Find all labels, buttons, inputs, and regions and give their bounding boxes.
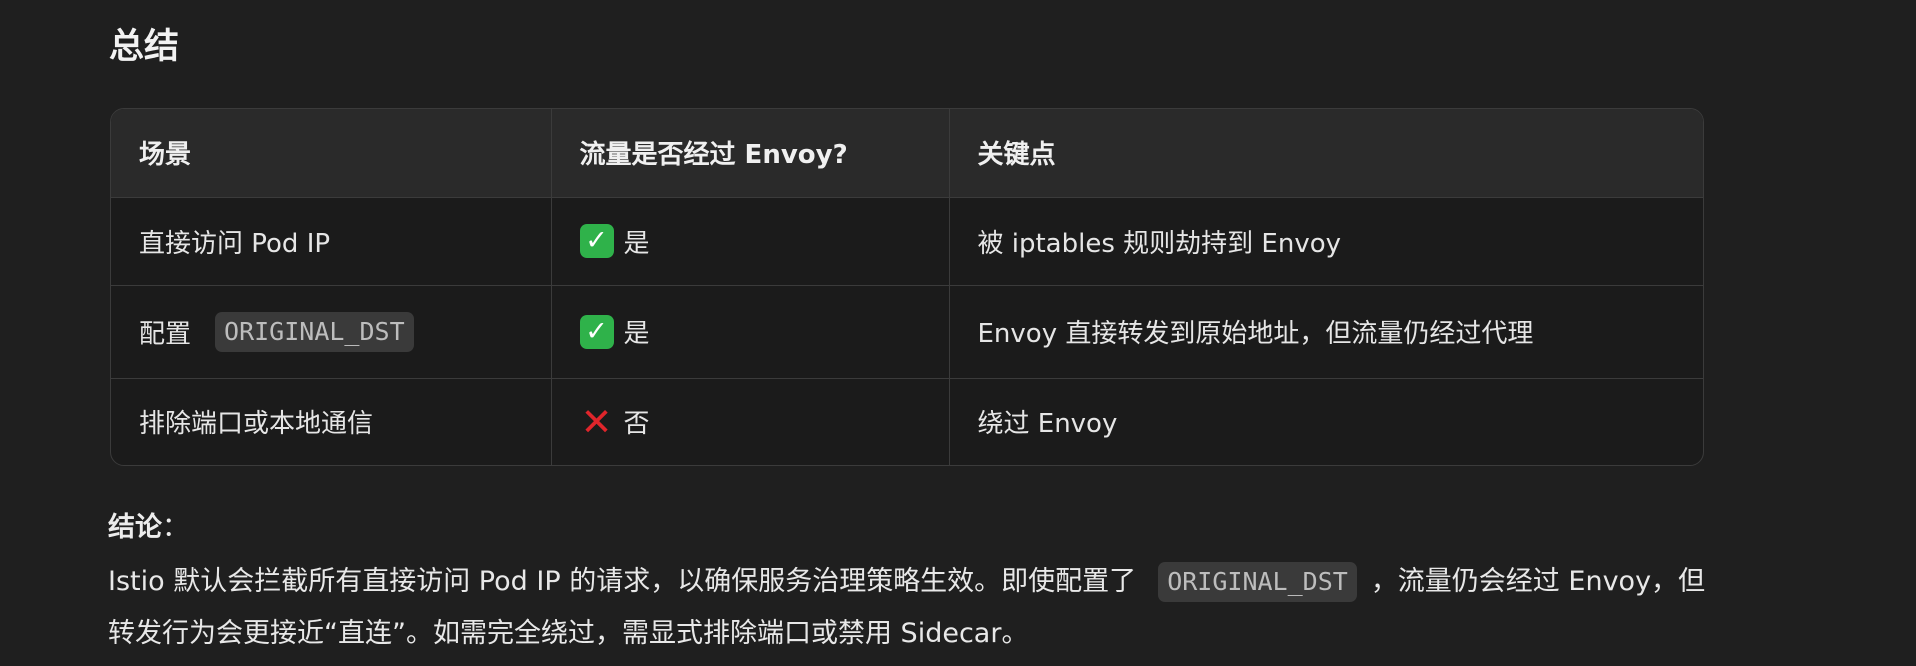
through-label: 否 bbox=[623, 409, 650, 440]
conclusion-label: 结论 bbox=[108, 512, 162, 543]
through-cell: ✕ 否 bbox=[551, 378, 950, 465]
conclusion-title: 结论： bbox=[108, 508, 189, 548]
inline-code: ORIGINAL_DST bbox=[1158, 562, 1357, 602]
table-row: 配置 ORIGINAL_DST ✓ 是 Envoy 直接转发到原始地址，但流量仍经过… bbox=[111, 285, 1703, 379]
check-icon: ✓ bbox=[579, 314, 614, 349]
through-label: 是 bbox=[623, 319, 650, 349]
header-through-envoy: 流量是否经过 Envoy? bbox=[551, 109, 950, 198]
header-scenario: 场景 bbox=[111, 109, 552, 198]
table-row: 直接访问 Pod IP ✓ 是 被 iptables 规则劫持到 Envoy bbox=[111, 197, 1703, 286]
conclusion-paragraph: Istio 默认会拦截所有直接访问 Pod IP 的请求，以确保服务治理策略生效… bbox=[108, 556, 1718, 660]
table-row: 排除端口或本地通信 ✕ 否 绕过 Envoy bbox=[111, 378, 1703, 465]
summary-table: 场景 流量是否经过 Envoy? 关键点 直接访问 Pod IP ✓ 是 被 ip… bbox=[110, 108, 1704, 466]
scenario-cell: 直接访问 Pod IP bbox=[111, 197, 552, 286]
inline-code: ORIGINAL_DST bbox=[215, 311, 414, 352]
header-key-point: 关键点 bbox=[949, 109, 1703, 198]
through-cell: ✓ 是 bbox=[551, 285, 950, 379]
cross-icon: ✕ bbox=[580, 399, 613, 444]
scenario-label: 配置 bbox=[139, 319, 192, 349]
section-heading: 总结 bbox=[109, 27, 180, 67]
key-point-cell: 被 iptables 规则劫持到 Envoy bbox=[949, 197, 1703, 286]
key-point-cell: Envoy 直接转发到原始地址，但流量仍经过代理 bbox=[949, 285, 1703, 379]
key-point-cell: 绕过 Envoy bbox=[977, 409, 1118, 440]
scenario-cell: 排除端口或本地通信 bbox=[111, 378, 552, 465]
through-cell: ✓ 是 bbox=[551, 197, 950, 286]
table-header-row: 场景 流量是否经过 Envoy? 关键点 bbox=[111, 109, 1703, 198]
conclusion-text-before: Istio 默认会拦截所有直接访问 Pod IP 的请求，以确保服务治理策略生效… bbox=[108, 566, 1137, 597]
scenario-cell: 配置 ORIGINAL_DST bbox=[111, 285, 552, 379]
conclusion-colon: ： bbox=[162, 512, 189, 543]
through-label: 是 bbox=[623, 228, 650, 259]
check-icon: ✓ bbox=[579, 224, 614, 258]
